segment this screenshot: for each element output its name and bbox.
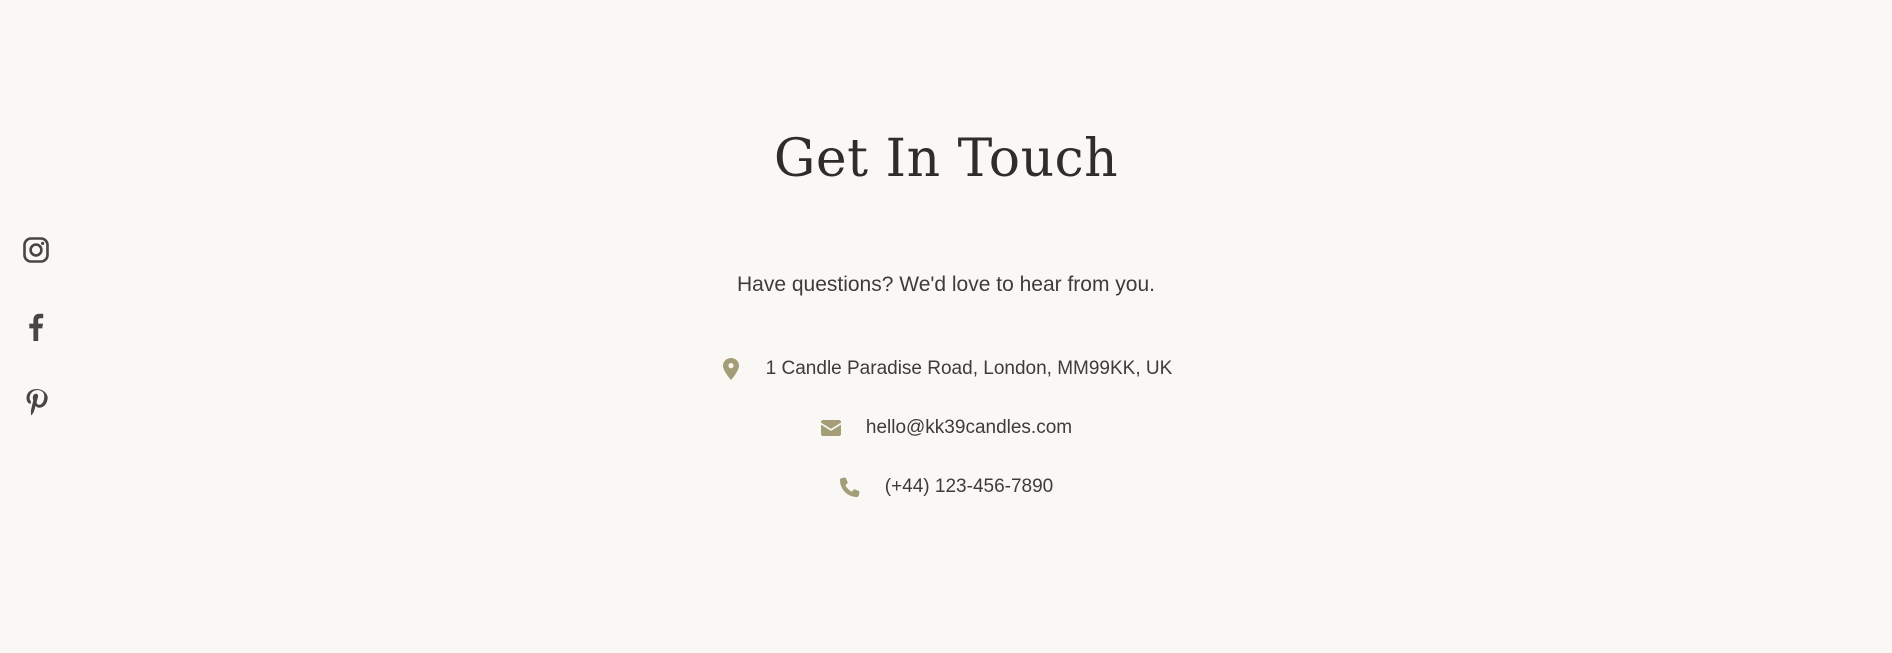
email-row: hello@kk39candles.com bbox=[0, 413, 1892, 443]
page-title: Get In Touch bbox=[773, 129, 1119, 189]
social-links bbox=[22, 236, 50, 416]
facebook-link[interactable] bbox=[22, 312, 50, 341]
contact-subtitle: Have questions? We'd love to hear from y… bbox=[736, 273, 1155, 296]
email-link[interactable]: hello@kk39candles.com bbox=[866, 417, 1072, 439]
envelope-icon bbox=[820, 417, 842, 439]
address-row: 1 Candle Paradise Road, London, MM99KK, … bbox=[0, 354, 1892, 384]
map-pin-icon bbox=[720, 358, 742, 380]
instagram-icon bbox=[23, 237, 49, 263]
address-text: 1 Candle Paradise Road, London, MM99KK, … bbox=[765, 358, 1173, 379]
phone-row: (+44) 123-456-7890 bbox=[0, 472, 1892, 502]
phone-icon bbox=[839, 476, 861, 498]
facebook-icon bbox=[29, 313, 44, 341]
pinterest-link[interactable] bbox=[22, 388, 50, 416]
phone-link[interactable]: (+44) 123-456-7890 bbox=[885, 476, 1054, 498]
instagram-link[interactable] bbox=[22, 236, 50, 264]
